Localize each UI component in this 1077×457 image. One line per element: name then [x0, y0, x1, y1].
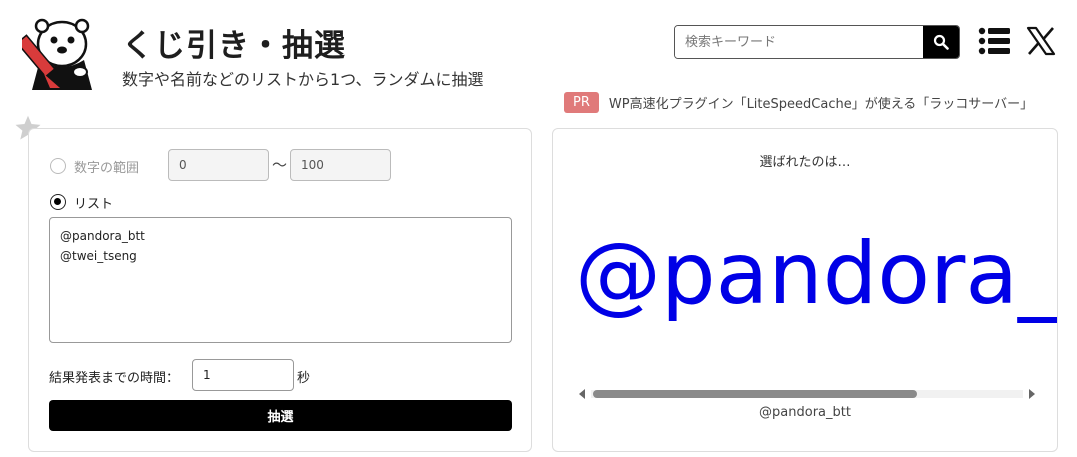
site-subtitle: 数字や名前などのリストから1つ、ランダムに抽選 — [122, 70, 484, 89]
search-icon — [933, 34, 949, 50]
range-tilde: 〜 — [272, 156, 288, 174]
list-radio[interactable] — [50, 194, 66, 210]
list-textarea[interactable]: @pandora_btt @twei_tseng — [49, 217, 512, 343]
pr-banner[interactable]: PR WP高速化プラグイン「LiteSpeedCache」が使える「ラッコサーバ… — [564, 90, 1033, 114]
result-heading: 選ばれたのは… — [759, 155, 851, 170]
range-label: 数字の範囲 — [74, 161, 140, 176]
search-button[interactable] — [923, 26, 959, 58]
list-menu-icon[interactable] — [978, 26, 1010, 56]
scroll-right-arrow[interactable] — [1029, 389, 1035, 399]
scroll-thumb[interactable] — [593, 390, 917, 398]
lottery-settings-panel: 数字の範囲 0 〜 100 リスト @pandora_btt @twei_tse… — [28, 128, 532, 452]
x-logo-icon[interactable] — [1026, 26, 1056, 56]
time-label: 結果発表までの時間： — [49, 371, 180, 386]
time-input[interactable]: 1 — [192, 359, 294, 391]
pr-badge: PR — [564, 91, 599, 113]
range-min-input[interactable]: 0 — [168, 149, 269, 181]
search-input[interactable] — [675, 26, 923, 58]
search-form — [674, 25, 960, 59]
list-label: リスト — [74, 197, 114, 212]
pr-link[interactable]: WP高速化プラグイン「LiteSpeedCache」が使える「ラッコサーバー」 — [609, 93, 1033, 112]
result-big-text: @pandora_ — [575, 224, 1058, 324]
result-scrollbar[interactable] — [577, 387, 1037, 401]
site-title[interactable]: くじ引き・抽選 — [122, 20, 346, 65]
logo-icon[interactable] — [22, 14, 106, 90]
result-panel: 選ばれたのは… @pandora_ @pandora_btt — [552, 128, 1058, 452]
scroll-left-arrow[interactable] — [579, 389, 585, 399]
time-unit: 秒 — [297, 371, 311, 386]
draw-button[interactable]: 抽選 — [49, 400, 512, 431]
range-radio[interactable] — [50, 158, 66, 174]
range-max-input[interactable]: 100 — [290, 149, 391, 181]
result-full-text: @pandora_btt — [759, 405, 851, 420]
